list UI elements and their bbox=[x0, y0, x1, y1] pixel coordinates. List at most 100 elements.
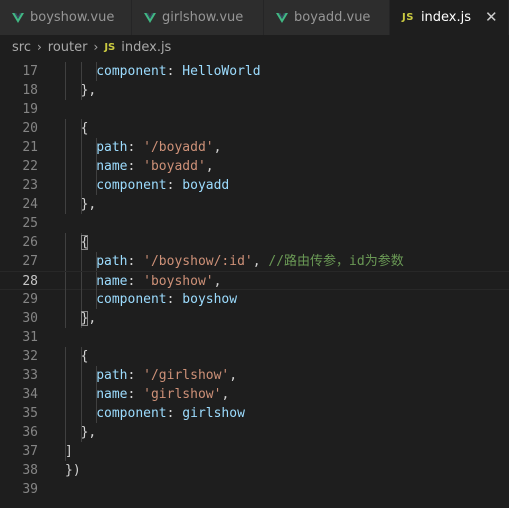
code-token: boyadd bbox=[182, 178, 230, 193]
tab-index-js[interactable]: JS index.js ✕ bbox=[390, 0, 509, 35]
code-token: { bbox=[80, 349, 89, 364]
js-icon: JS bbox=[402, 12, 414, 23]
indent-guide bbox=[65, 81, 66, 100]
tab-boyshow-vue[interactable]: boyshow.vue bbox=[0, 0, 132, 35]
tab-label: boyshow.vue bbox=[30, 10, 115, 25]
code-line[interactable]: 37] bbox=[0, 442, 509, 461]
indent-guide bbox=[65, 290, 66, 309]
code-line[interactable]: 24}, bbox=[0, 195, 509, 214]
code-line[interactable]: 36}, bbox=[0, 423, 509, 442]
indent-guide bbox=[65, 366, 66, 385]
breadcrumb-item-src[interactable]: src bbox=[12, 40, 31, 55]
tab-boyadd-vue[interactable]: boyadd.vue bbox=[264, 0, 390, 35]
code-token: boyshow bbox=[182, 292, 238, 307]
vue-icon bbox=[144, 12, 156, 23]
code-content: ] bbox=[65, 442, 73, 461]
line-number: 19 bbox=[22, 102, 38, 117]
code-token: component bbox=[96, 292, 167, 307]
code-line[interactable]: 22 name: 'boyadd', bbox=[0, 157, 509, 176]
code-token: { bbox=[80, 235, 89, 250]
line-number: 23 bbox=[22, 178, 38, 193]
code-line[interactable]: 25 bbox=[0, 214, 509, 233]
code-line[interactable]: 27 path: '/boyshow/:id', //路由传参，id为参数 bbox=[0, 252, 509, 271]
code-content: { bbox=[80, 233, 89, 252]
line-number: 27 bbox=[22, 254, 38, 269]
code-token: HelloWorld bbox=[182, 64, 261, 79]
line-number: 26 bbox=[22, 235, 38, 250]
code-line[interactable]: 32 { bbox=[0, 347, 509, 366]
code-token: , bbox=[213, 274, 222, 289]
line-number: 28 bbox=[22, 274, 38, 289]
line-number: 31 bbox=[22, 330, 38, 345]
code-line[interactable]: 17 component: HelloWorld bbox=[0, 62, 509, 81]
line-number: 34 bbox=[22, 387, 38, 402]
code-content: name: 'boyadd', bbox=[96, 157, 213, 176]
vue-icon bbox=[12, 12, 24, 23]
code-content: component: boyadd bbox=[96, 176, 229, 195]
code-line[interactable]: 38}) bbox=[0, 461, 509, 480]
code-content: { bbox=[81, 347, 89, 366]
chevron-right-icon: › bbox=[36, 40, 42, 54]
indent-guide bbox=[80, 252, 82, 271]
code-line[interactable]: 30}, bbox=[0, 309, 509, 328]
indent-guide bbox=[80, 62, 82, 81]
code-token: }) bbox=[65, 463, 81, 478]
code-line[interactable]: 35 component: girlshow bbox=[0, 404, 509, 423]
code-token: component bbox=[96, 406, 167, 421]
code-line[interactable]: 39 bbox=[0, 480, 509, 499]
tab-girlshow-vue[interactable]: girlshow.vue bbox=[132, 0, 264, 35]
line-number: 33 bbox=[22, 368, 38, 383]
code-token: }, bbox=[80, 83, 97, 98]
code-line[interactable]: 19 bbox=[0, 100, 509, 119]
code-token: ] bbox=[65, 444, 73, 459]
line-number: 25 bbox=[22, 216, 38, 231]
breadcrumb-item-file[interactable]: index.js bbox=[121, 40, 171, 55]
indent-guide bbox=[65, 62, 66, 81]
breadcrumb: src › router › JS index.js bbox=[0, 35, 509, 59]
code-token: , bbox=[252, 254, 269, 269]
code-content: }, bbox=[81, 195, 97, 214]
code-editor[interactable]: 17 component: HelloWorld 18}, 19 20{21 path: … bbox=[0, 60, 509, 508]
tab-label: index.js bbox=[420, 10, 472, 25]
code-line[interactable]: 18}, bbox=[0, 81, 509, 100]
code-content: }) bbox=[65, 461, 81, 480]
code-content: }, bbox=[81, 423, 97, 442]
code-token: : bbox=[127, 387, 144, 402]
code-content: name: 'girlshow', bbox=[96, 385, 229, 404]
indent-guide bbox=[65, 423, 66, 442]
code-line[interactable]: 31 bbox=[0, 328, 509, 347]
code-content: path: '/boyshow/:id', //路由传参，id为参数 bbox=[96, 252, 404, 271]
line-number: 29 bbox=[22, 292, 38, 307]
indent-guide bbox=[80, 138, 82, 157]
indent-guide bbox=[80, 385, 82, 404]
code-line[interactable]: 23 component: boyadd bbox=[0, 176, 509, 195]
line-number: 37 bbox=[22, 444, 38, 459]
code-line[interactable]: 28 name: 'boyshow', bbox=[0, 271, 509, 291]
indent-guide bbox=[80, 176, 82, 195]
code-token: //路由传参，id为参数 bbox=[268, 254, 404, 269]
indent-guide bbox=[65, 404, 66, 423]
code-token: }, bbox=[80, 311, 97, 326]
code-token: : bbox=[127, 254, 144, 269]
code-token: : bbox=[127, 159, 144, 174]
code-line[interactable]: 34 name: 'girlshow', bbox=[0, 385, 509, 404]
code-line[interactable]: 33 path: '/girlshow', bbox=[0, 366, 509, 385]
code-line[interactable]: 20 { bbox=[0, 119, 509, 138]
code-line[interactable]: 21 path: '/boyadd', bbox=[0, 138, 509, 157]
breadcrumb-item-router[interactable]: router bbox=[48, 40, 88, 55]
editor-tab-bar: boyshow.vue girlshow.vue boyadd.vue JS i… bbox=[0, 0, 509, 35]
close-icon[interactable]: ✕ bbox=[485, 10, 498, 25]
code-token: : bbox=[166, 64, 183, 79]
indent-guide bbox=[80, 272, 82, 291]
indent-guide bbox=[80, 404, 82, 423]
code-content: }, bbox=[80, 309, 97, 328]
code-token: path bbox=[96, 368, 128, 383]
code-token: , bbox=[229, 368, 238, 383]
code-line[interactable]: 29 component: boyshow bbox=[0, 290, 509, 309]
code-token: 'girlshow' bbox=[143, 387, 222, 402]
code-line[interactable]: 26 { bbox=[0, 233, 509, 252]
indent-guide bbox=[65, 138, 66, 157]
indent-guide bbox=[65, 385, 66, 404]
code-content: component: girlshow bbox=[96, 404, 245, 423]
indent-guide bbox=[80, 157, 82, 176]
